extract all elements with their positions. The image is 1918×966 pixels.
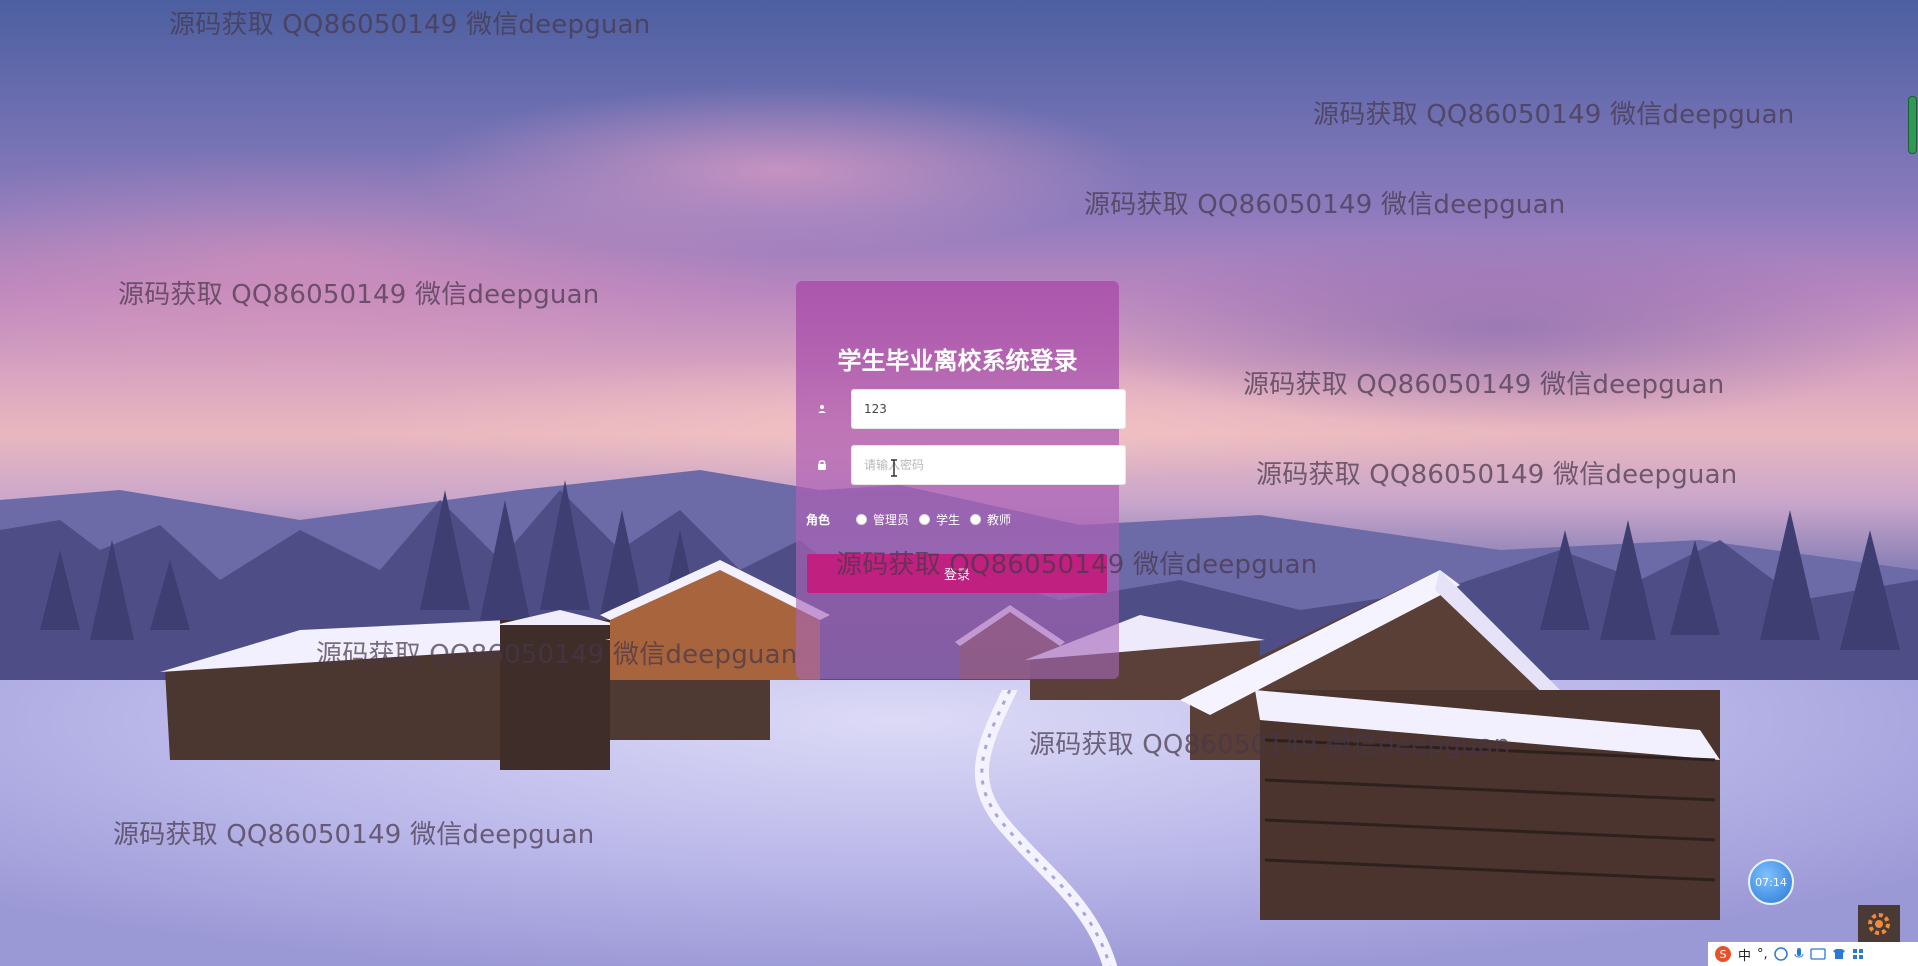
watermark: 源码获取 QQ86050149 微信deepguan <box>113 820 595 850</box>
watermark: 源码获取 QQ86050149 微信deepguan <box>1243 370 1725 400</box>
gear-widget[interactable] <box>1858 905 1900 943</box>
role-option-student[interactable]: 学生 <box>919 511 960 528</box>
keyboard-icon[interactable] <box>1810 948 1826 960</box>
svg-text:S: S <box>1720 948 1727 961</box>
skin-icon[interactable] <box>1832 948 1846 960</box>
watermark: 源码获取 QQ86050149 微信deepguan <box>1313 100 1795 130</box>
role-student-label: 学生 <box>936 512 961 527</box>
role-option-teacher[interactable]: 教师 <box>970 511 1011 528</box>
role-radio-teacher[interactable] <box>970 513 982 525</box>
toolbox-icon[interactable] <box>1852 948 1864 960</box>
role-option-admin[interactable]: 管理员 <box>856 511 909 528</box>
role-label: 角色 <box>806 512 831 527</box>
role-radio-student[interactable] <box>919 513 931 525</box>
role-selector: 角色 管理员 学生 教师 <box>806 509 1021 529</box>
watermark: 源码获取 QQ86050149 微信deepguan <box>1029 730 1511 760</box>
username-input[interactable] <box>851 389 1126 429</box>
username-row <box>814 389 1126 429</box>
login-card: 学生毕业离校系统登录 角色 管理员 学生 <box>796 281 1126 679</box>
password-row <box>814 445 1126 485</box>
watermark: 源码获取 QQ86050149 微信deepguan <box>316 640 798 670</box>
text-cursor-icon <box>891 459 897 477</box>
lock-icon <box>818 460 826 470</box>
login-page-background: 学生毕业离校系统登录 角色 管理员 学生 <box>0 0 1918 966</box>
emoji-icon[interactable] <box>1773 947 1788 961</box>
punctuation-icon[interactable]: °, <box>1757 947 1768 962</box>
watermark: 源码获取 QQ86050149 微信deepguan <box>836 550 1318 580</box>
watermark: 源码获取 QQ86050149 微信deepguan <box>1084 190 1566 220</box>
ime-language-toggle[interactable]: 中 <box>1738 945 1751 964</box>
sogou-input-icon[interactable]: S <box>1714 945 1732 963</box>
role-admin-label: 管理员 <box>873 512 910 527</box>
timer-bubble[interactable]: 07:14 <box>1748 859 1794 905</box>
ime-toolbar: S 中 °, <box>1708 942 1918 966</box>
role-radio-admin[interactable] <box>856 513 868 525</box>
watermark: 源码获取 QQ86050149 微信deepguan <box>169 10 651 40</box>
microphone-icon[interactable] <box>1794 947 1804 961</box>
side-scroll-indicator[interactable] <box>1908 96 1917 154</box>
user-icon <box>818 405 826 413</box>
gear-icon <box>1868 913 1890 935</box>
login-title: 学生毕业离校系统登录 <box>837 347 1078 375</box>
watermark: 源码获取 QQ86050149 微信deepguan <box>118 280 600 310</box>
watermark: 源码获取 QQ86050149 微信deepguan <box>1256 460 1738 490</box>
role-teacher-label: 教师 <box>987 512 1012 527</box>
